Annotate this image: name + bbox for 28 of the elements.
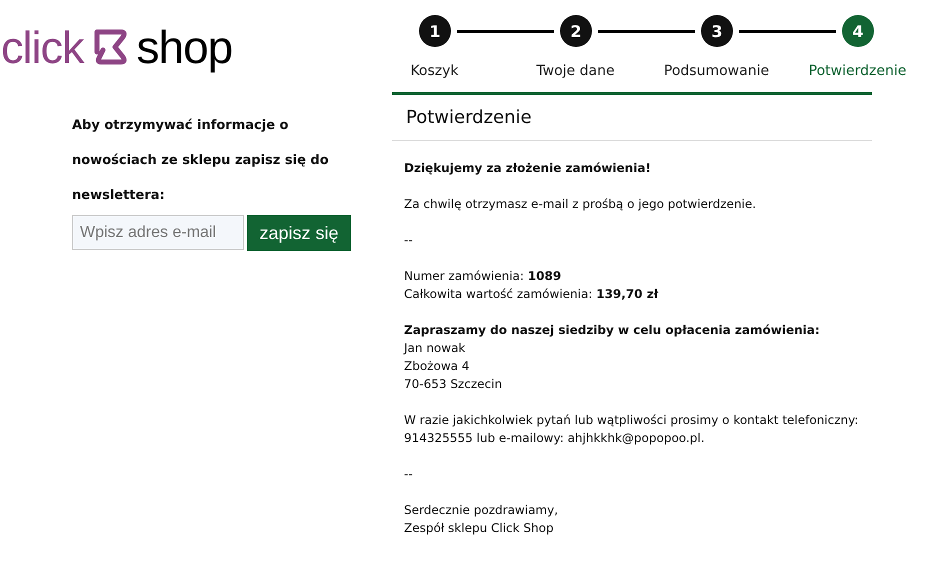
message-text: Za chwilę otrzymasz e-mail z prośbą o jego potwierdzenie. <box>404 196 758 213</box>
logo-text: click <box>1 24 84 70</box>
message-text: Serdecznie pozdrawiamy, <box>404 502 560 519</box>
step-label[interactable]: Potwierdzenie <box>808 63 906 79</box>
email-field[interactable]: Wpisz adres e-mail <box>72 215 244 250</box>
step-number[interactable]: 4 <box>842 15 874 47</box>
step-number[interactable]: 1 <box>419 15 451 47</box>
step-number[interactable]: 2 <box>560 15 592 47</box>
message-text: Całkowita wartość zamówienia: 139,70 zł <box>404 286 660 303</box>
message-text: Zbożowa 4 <box>404 358 470 375</box>
message-text: Zespół sklepu Click Shop <box>404 520 555 537</box>
message-text: 914325555 lub e-mailowy: ahjhkkhk@popopoo.pl. <box>404 430 706 447</box>
message-heading: Dziękujemy za złożenie zamówienia! <box>404 160 652 177</box>
message-text: 70-653 Szczecin <box>404 376 504 393</box>
message-text: Numer zamówienia: 1089 <box>404 268 562 285</box>
message-text: Jan nowak <box>404 340 466 357</box>
step-label[interactable]: Koszyk <box>410 63 459 79</box>
step-label[interactable]: Podsumowanie <box>664 63 770 79</box>
newsletter-text: Aby otrzymywać informacje o nowościach ze sklepu zapisz się do newslettera: <box>72 117 330 205</box>
logo-text: shop <box>136 24 232 70</box>
message-text: W razie jakichkolwiek pytań lub wątpliwości prosimy o kontakt telefoniczny: <box>404 412 860 429</box>
subscribe-button[interactable]: zapisz się <box>247 215 351 251</box>
message-text: -- <box>404 466 414 483</box>
step-number[interactable]: 3 <box>701 15 733 47</box>
section-title: Potwierdzenie <box>392 95 872 141</box>
message-heading: Zapraszamy do naszej siedziby w celu opłacenia zamówienia: <box>404 322 821 339</box>
step-label[interactable]: Twoje dane <box>536 63 615 79</box>
message-text: -- <box>404 232 414 249</box>
